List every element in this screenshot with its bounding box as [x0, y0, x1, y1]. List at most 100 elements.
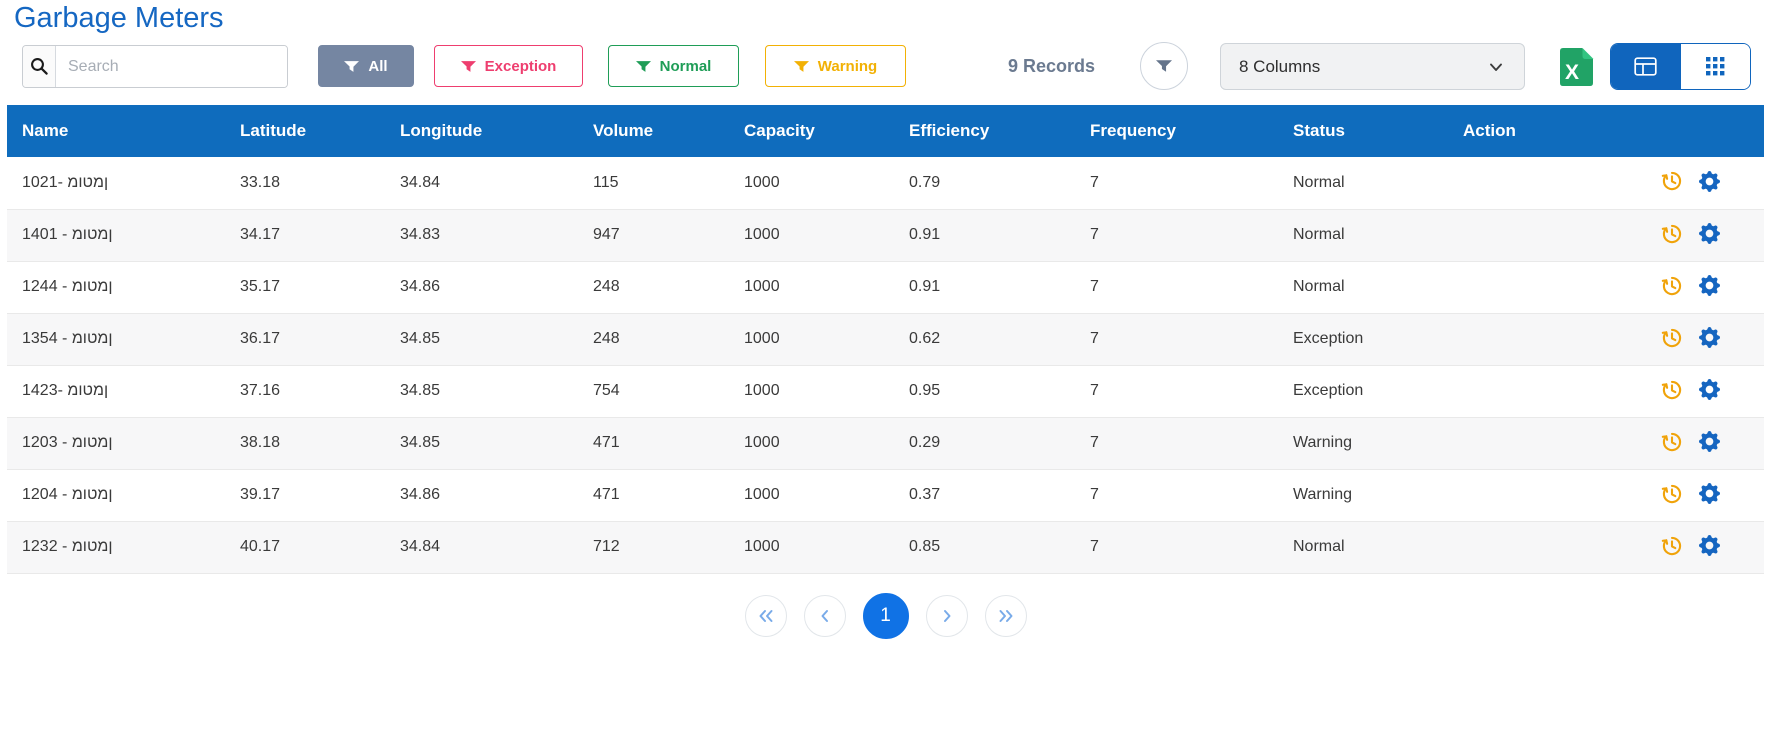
settings-button[interactable] — [1699, 379, 1720, 403]
settings-button[interactable] — [1699, 483, 1720, 507]
cell-status: Normal — [1278, 261, 1448, 313]
column-header-volume[interactable]: Volume — [578, 105, 729, 157]
grid-view-button[interactable] — [1681, 44, 1751, 89]
cell-status: Exception — [1278, 365, 1448, 417]
history-icon — [1660, 430, 1684, 454]
cell-longitude: 34.84 — [385, 521, 578, 573]
cell-capacity: 1000 — [729, 417, 894, 469]
funnel-icon — [794, 61, 809, 72]
page-title: Garbage Meters — [14, 2, 224, 35]
filter-menu-button[interactable] — [1140, 42, 1188, 90]
cell-action — [1448, 261, 1764, 313]
filter-normal-button[interactable]: Normal — [608, 45, 739, 87]
settings-button[interactable] — [1699, 171, 1720, 195]
cell-action — [1448, 417, 1764, 469]
column-header-efficiency[interactable]: Efficiency — [894, 105, 1075, 157]
table-row: 1423- מוטמן 37.16 34.85 754 1000 0.95 7 … — [7, 365, 1764, 417]
columns-select[interactable]: 8 Columns — [1220, 43, 1525, 90]
next-page-button[interactable] — [926, 595, 968, 637]
table-row: 1244 - מוטמן 35.17 34.86 248 1000 0.91 7… — [7, 261, 1764, 313]
table-view-button[interactable] — [1611, 44, 1681, 89]
cell-name: 1401 - מוטמן — [7, 209, 225, 261]
cell-latitude: 39.17 — [225, 469, 385, 521]
history-button[interactable] — [1660, 430, 1684, 457]
cell-longitude: 34.86 — [385, 261, 578, 313]
gear-icon — [1699, 223, 1720, 244]
settings-button[interactable] — [1699, 431, 1720, 455]
cell-name: 1423- מוטמן — [7, 365, 225, 417]
table-row: 1204 - מוטמן 39.17 34.86 471 1000 0.37 7… — [7, 469, 1764, 521]
filter-all-button[interactable]: All — [318, 45, 414, 87]
gear-icon — [1699, 171, 1720, 192]
cell-volume: 754 — [578, 365, 729, 417]
funnel-icon — [636, 61, 651, 72]
prev-page-button[interactable] — [804, 595, 846, 637]
history-button[interactable] — [1660, 326, 1684, 353]
view-toggle — [1610, 43, 1751, 90]
table-row: 1354 - מוטמן 36.17 34.85 248 1000 0.62 7… — [7, 313, 1764, 365]
cell-volume: 248 — [578, 313, 729, 365]
cell-volume: 115 — [578, 157, 729, 209]
cell-efficiency: 0.91 — [894, 209, 1075, 261]
cell-status: Warning — [1278, 469, 1448, 521]
column-header-status[interactable]: Status — [1278, 105, 1448, 157]
column-header-frequency[interactable]: Frequency — [1075, 105, 1278, 157]
cell-name: 1244 - מוטמן — [7, 261, 225, 313]
cell-status: Normal — [1278, 521, 1448, 573]
funnel-icon — [461, 61, 476, 72]
records-count: 9 Records — [1008, 45, 1095, 87]
gear-icon — [1699, 535, 1720, 556]
cell-status: Exception — [1278, 313, 1448, 365]
cell-name: 1232 - מוטמן — [7, 521, 225, 573]
cell-latitude: 34.17 — [225, 209, 385, 261]
column-header-capacity[interactable]: Capacity — [729, 105, 894, 157]
column-header-name[interactable]: Name — [7, 105, 225, 157]
column-header-longitude[interactable]: Longitude — [385, 105, 578, 157]
cell-longitude: 34.84 — [385, 157, 578, 209]
history-icon — [1660, 274, 1684, 298]
cell-status: Normal — [1278, 157, 1448, 209]
cell-latitude: 38.18 — [225, 417, 385, 469]
funnel-icon — [1156, 60, 1172, 72]
cell-frequency: 7 — [1075, 157, 1278, 209]
cell-efficiency: 0.91 — [894, 261, 1075, 313]
cell-capacity: 1000 — [729, 157, 894, 209]
cell-frequency: 7 — [1075, 521, 1278, 573]
history-button[interactable] — [1660, 169, 1684, 196]
last-page-button[interactable] — [985, 595, 1027, 637]
settings-button[interactable] — [1699, 327, 1720, 351]
table-body: 1021- מוטמן 33.18 34.84 115 1000 0.79 7 … — [7, 157, 1764, 573]
grid-view-icon — [1706, 57, 1725, 76]
column-header-latitude[interactable]: Latitude — [225, 105, 385, 157]
cell-action — [1448, 521, 1764, 573]
filter-exception-button[interactable]: Exception — [434, 45, 583, 87]
gear-icon — [1699, 327, 1720, 348]
history-button[interactable] — [1660, 274, 1684, 301]
cell-action — [1448, 157, 1764, 209]
cell-efficiency: 0.29 — [894, 417, 1075, 469]
search-group — [22, 45, 288, 88]
cell-volume: 471 — [578, 417, 729, 469]
cell-longitude: 34.86 — [385, 469, 578, 521]
search-input[interactable] — [56, 46, 287, 87]
table-row: 1203 - מוטמן 38.18 34.85 471 1000 0.29 7… — [7, 417, 1764, 469]
settings-button[interactable] — [1699, 223, 1720, 247]
gear-icon — [1699, 483, 1720, 504]
cell-status: Warning — [1278, 417, 1448, 469]
settings-button[interactable] — [1699, 535, 1720, 559]
history-button[interactable] — [1660, 378, 1684, 405]
page-button-1[interactable]: 1 — [863, 593, 909, 639]
first-page-button[interactable] — [745, 595, 787, 637]
gear-icon — [1699, 379, 1720, 400]
cell-action — [1448, 469, 1764, 521]
history-button[interactable] — [1660, 222, 1684, 249]
cell-volume: 248 — [578, 261, 729, 313]
settings-button[interactable] — [1699, 275, 1720, 299]
excel-icon: X — [1556, 45, 1596, 89]
gear-icon — [1699, 431, 1720, 452]
export-excel-button[interactable]: X — [1556, 45, 1596, 89]
history-button[interactable] — [1660, 534, 1684, 561]
history-button[interactable] — [1660, 482, 1684, 509]
filter-warning-button[interactable]: Warning — [765, 45, 906, 87]
chevron-down-icon — [1486, 57, 1506, 77]
